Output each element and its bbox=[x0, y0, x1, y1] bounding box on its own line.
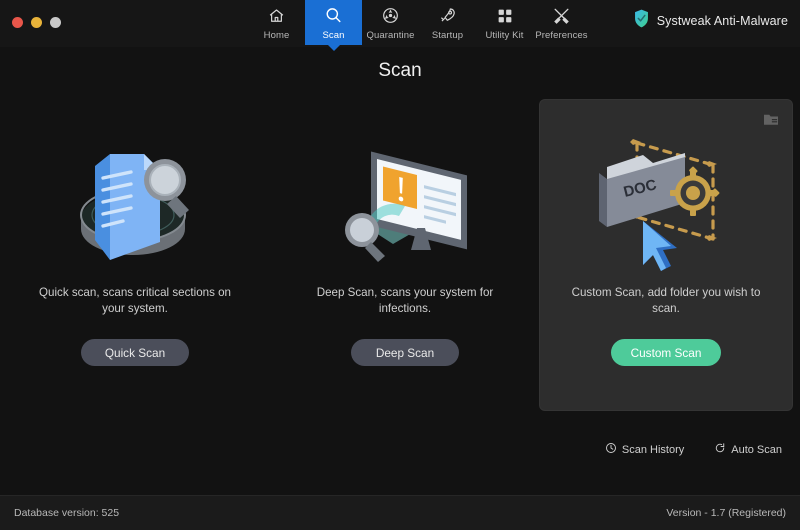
page-title: Scan bbox=[378, 60, 422, 81]
refresh-icon bbox=[714, 442, 726, 457]
bottom-links: Scan History Auto Scan bbox=[605, 442, 782, 457]
quick-scan-button[interactable]: Quick Scan bbox=[81, 339, 189, 366]
clock-icon bbox=[605, 442, 617, 457]
brand-name: Systweak Anti-Malware bbox=[656, 14, 788, 28]
nav-label: Quarantine bbox=[366, 30, 415, 41]
nav-item-utility-kit[interactable]: Utility Kit bbox=[476, 0, 533, 45]
link-label: Auto Scan bbox=[731, 443, 782, 456]
nav-item-quarantine[interactable]: Quarantine bbox=[362, 0, 419, 45]
folder-icon[interactable] bbox=[764, 112, 778, 130]
status-bar: Database version: 525 Version - 1.7 (Reg… bbox=[0, 495, 800, 530]
nav-label: Utility Kit bbox=[485, 30, 524, 41]
maximize-button[interactable] bbox=[50, 17, 61, 28]
nav-label: Startup bbox=[431, 30, 464, 41]
monitor-warning-magnifier-illustration bbox=[270, 100, 540, 285]
search-icon bbox=[324, 5, 343, 26]
scan-history-link[interactable]: Scan History bbox=[605, 442, 684, 457]
brand: Systweak Anti-Malware bbox=[633, 9, 788, 33]
grid-icon bbox=[496, 5, 514, 26]
close-button[interactable] bbox=[12, 17, 23, 28]
title-bar: Home Scan Quarantine Startup Utility Kit… bbox=[0, 0, 800, 51]
card-custom-scan[interactable]: DOC Custom Scan, add folder you wish to … bbox=[540, 100, 792, 410]
app-version: Version - 1.7 (Registered) bbox=[666, 507, 786, 519]
nav-label: Home bbox=[263, 30, 290, 41]
app-window: Home Scan Quarantine Startup Utility Kit… bbox=[0, 0, 800, 530]
card-deep-scan[interactable]: Deep Scan, scans your system for infecti… bbox=[270, 100, 540, 410]
minimize-button[interactable] bbox=[31, 17, 42, 28]
scan-options: Quick scan, scans critical sections on y… bbox=[0, 100, 800, 410]
auto-scan-link[interactable]: Auto Scan bbox=[714, 442, 782, 457]
tools-icon bbox=[552, 5, 571, 26]
nav-item-scan[interactable]: Scan bbox=[305, 0, 362, 51]
folder-gear-cursor-illustration: DOC bbox=[540, 100, 792, 285]
custom-scan-button[interactable]: Custom Scan bbox=[610, 339, 722, 366]
nav-label: Scan bbox=[322, 30, 345, 41]
card-quick-scan[interactable]: Quick scan, scans critical sections on y… bbox=[0, 100, 270, 410]
card-description: Quick scan, scans critical sections on y… bbox=[38, 286, 232, 315]
rocket-icon bbox=[438, 5, 457, 26]
nav-label: Preferences bbox=[535, 30, 588, 41]
database-version: Database version: 525 bbox=[14, 507, 120, 519]
nav-item-preferences[interactable]: Preferences bbox=[533, 0, 590, 45]
shield-icon bbox=[633, 9, 650, 33]
radiation-icon bbox=[381, 5, 400, 26]
nav-item-startup[interactable]: Startup bbox=[419, 0, 476, 45]
document-magnifier-illustration bbox=[0, 100, 270, 285]
deep-scan-button[interactable]: Deep Scan bbox=[351, 339, 459, 366]
main-navigation: Home Scan Quarantine Startup Utility Kit… bbox=[248, 0, 590, 51]
link-label: Scan History bbox=[621, 443, 685, 456]
card-description: Deep Scan, scans your system for infecti… bbox=[316, 286, 494, 315]
window-controls bbox=[12, 17, 61, 28]
nav-item-home[interactable]: Home bbox=[248, 0, 305, 45]
home-icon bbox=[267, 5, 286, 26]
card-description: Custom Scan, add folder you wish to scan… bbox=[571, 286, 761, 315]
